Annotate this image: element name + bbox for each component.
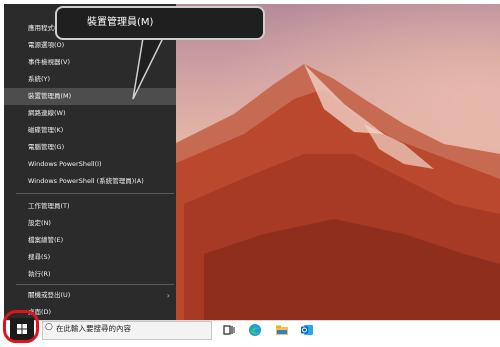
search-icon: ○ bbox=[45, 322, 53, 332]
task-view-icon[interactable] bbox=[222, 323, 236, 337]
callout-pointer bbox=[132, 37, 165, 100]
edge-icon[interactable] bbox=[248, 323, 262, 337]
callout-label: 裝置管理員(M) bbox=[55, 6, 265, 40]
start-highlight-ring bbox=[3, 310, 39, 343]
search-placeholder[interactable]: 在此輸入要搜尋的內容 bbox=[56, 323, 131, 334]
outlook-icon[interactable] bbox=[300, 323, 314, 337]
file-explorer-icon[interactable] bbox=[275, 323, 289, 337]
screenshot-frame: 應用程式(F) 電源選項(O) 事件檢視器(V) 系統(Y) 裝置管理員(M) … bbox=[0, 0, 500, 347]
